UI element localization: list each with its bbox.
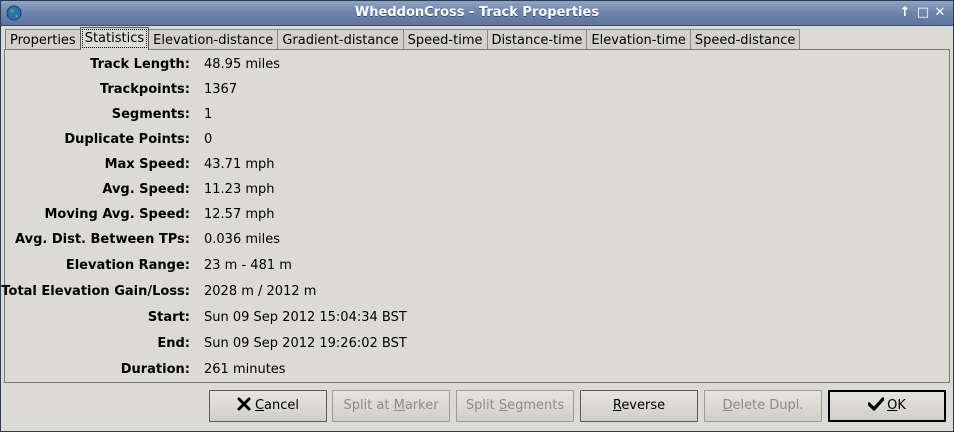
split-marker-mnemonic: M [393, 398, 405, 413]
stat-row-elevation-range: Elevation Range: 23 m - 481 m [5, 258, 945, 276]
tab-properties[interactable]: Properties [5, 29, 81, 50]
window-title: WheddonCross - Track Properties [354, 5, 600, 20]
tab-speed-time[interactable]: Speed-time [402, 29, 488, 50]
stat-value: 23 m - 481 m [204, 258, 292, 273]
tab-gradient-distance[interactable]: Gradient-distance [277, 29, 404, 50]
stat-row-track-length: Track Length: 48.95 miles [5, 57, 945, 75]
window-close-button[interactable]: ✕ [932, 5, 948, 21]
stat-label: Max Speed: [104, 157, 190, 172]
checkmark-icon [867, 397, 885, 411]
tab-distance-time[interactable]: Distance-time [486, 29, 588, 50]
ok-label-post: K [897, 398, 906, 413]
stat-label: Duplicate Points: [64, 132, 190, 147]
split-segments-mnemonic: S [498, 398, 508, 413]
stat-label: Elevation Range: [65, 258, 190, 273]
stat-row-total-elevation-gain-loss: Total Elevation Gain/Loss: 2028 m / 2012… [1, 284, 945, 302]
tab-statistics[interactable]: Statistics [79, 27, 150, 50]
tab-elevation-distance[interactable]: Elevation-distance [148, 29, 279, 50]
title-bar[interactable]: WheddonCross - Track Properties ↑ □ ✕ [1, 1, 953, 26]
stat-value: Sun 09 Sep 2012 15:04:34 BST [204, 310, 407, 325]
split-segments-label-pre: Split [465, 398, 499, 413]
stat-label: Avg. Speed: [102, 182, 190, 197]
stat-value: 1367 [204, 82, 238, 97]
split-marker-label-post: arker [404, 398, 439, 413]
stat-value: 261 minutes [204, 362, 286, 377]
stat-label: Total Elevation Gain/Loss: [1, 284, 190, 299]
stat-row-avg-dist-between-tps: Avg. Dist. Between TPs: 0.036 miles [5, 232, 945, 250]
tab-speed-distance[interactable]: Speed-distance [689, 29, 801, 50]
stat-row-avg-speed: Avg. Speed: 11.23 mph [5, 182, 945, 200]
stat-row-duplicate-points: Duplicate Points: 0 [5, 132, 945, 150]
stat-label: Start: [147, 310, 190, 325]
stat-row-trackpoints: Trackpoints: 1367 [5, 82, 945, 100]
stat-label: End: [157, 336, 190, 351]
statistics-panel: Track Length: 48.95 miles Trackpoints: 1… [1, 49, 950, 383]
split-segments-button[interactable]: Split Segments [456, 390, 574, 422]
stat-label: Segments: [111, 107, 190, 122]
stat-value: Sun 09 Sep 2012 19:26:02 BST [204, 336, 407, 351]
cancel-button[interactable]: Cancel [209, 390, 327, 422]
stat-row-max-speed: Max Speed: 43.71 mph [5, 157, 945, 175]
stat-row-end: End: Sun 09 Sep 2012 19:26:02 BST [5, 336, 945, 354]
stat-value: 1 [204, 107, 213, 122]
reverse-button[interactable]: Reverse [580, 390, 698, 422]
stat-value: 48.95 miles [204, 57, 281, 72]
ok-button[interactable]: OK [828, 390, 946, 422]
stat-label: Avg. Dist. Between TPs: [15, 232, 190, 247]
cancel-mnemonic: C [254, 398, 265, 413]
ok-mnemonic: O [887, 398, 898, 413]
track-properties-window: WheddonCross - Track Properties ↑ □ ✕ Pr… [0, 0, 954, 432]
stat-row-start: Start: Sun 09 Sep 2012 15:04:34 BST [5, 310, 945, 328]
tab-elevation-time[interactable]: Elevation-time [586, 29, 691, 50]
stat-value: 0.036 miles [204, 232, 281, 247]
tab-bar: Properties Statistics Elevation-distance… [5, 27, 801, 50]
stat-value: 43.71 mph [204, 157, 275, 172]
stat-value: 0 [204, 132, 213, 147]
split-segments-label-post: egments [507, 398, 565, 413]
cancel-label-post: ancel [264, 398, 300, 413]
stat-label: Duration: [120, 362, 190, 377]
stat-label: Track Length: [90, 57, 190, 72]
delete-dupl-mnemonic: D [722, 398, 733, 413]
reverse-label-post: everse [621, 398, 666, 413]
window-shade-button[interactable]: ↑ [897, 5, 913, 21]
split-marker-label-pre: Split at [343, 398, 394, 413]
delete-dupl-label-post: elete Dupl. [732, 398, 804, 413]
stat-row-duration: Duration: 261 minutes [5, 362, 945, 380]
stat-value: 12.57 mph [204, 207, 275, 222]
stat-value: 2028 m / 2012 m [204, 284, 317, 299]
stat-row-segments: Segments: 1 [5, 107, 945, 125]
stat-label: Moving Avg. Speed: [44, 207, 190, 222]
window-maximize-button[interactable]: □ [915, 5, 931, 21]
x-icon [237, 397, 251, 411]
stat-value: 11.23 mph [204, 182, 275, 197]
delete-dupl-button[interactable]: Delete Dupl. [704, 390, 822, 422]
stat-label: Trackpoints: [99, 82, 190, 97]
split-at-marker-button[interactable]: Split at Marker [332, 390, 450, 422]
stat-row-moving-avg-speed: Moving Avg. Speed: 12.57 mph [5, 207, 945, 225]
